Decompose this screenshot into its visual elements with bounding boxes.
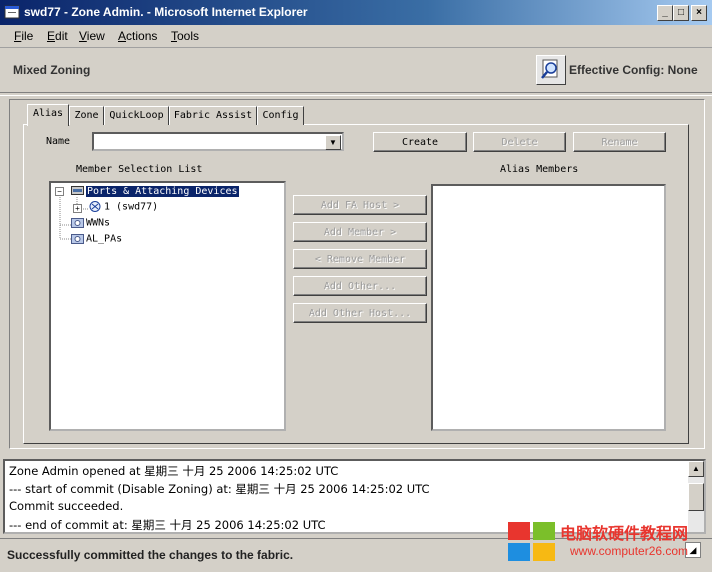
header-divider: [0, 92, 712, 96]
log-line: --- end of commit at: 星期三 十月 25 2006 14:…: [9, 518, 326, 532]
remove-member-button[interactable]: < Remove Member: [293, 249, 427, 269]
watermark-name: 电脑软硬件教程网: [560, 524, 689, 543]
effective-config-button[interactable]: [536, 55, 566, 85]
tree-node-label: 1 (swd77): [104, 201, 159, 213]
status-text: Successfully committed the changes to th…: [7, 548, 294, 562]
menu-file[interactable]: File: [14, 29, 33, 43]
folder-icon: [71, 233, 84, 244]
port-icon: [89, 201, 102, 212]
name-select[interactable]: ▼: [92, 132, 344, 151]
member-selection-label: Member Selection List: [76, 164, 203, 175]
tree-node-label: AL_PAs: [86, 233, 123, 245]
magnifier-icon: [541, 59, 558, 79]
tab-zone[interactable]: Zone: [69, 106, 104, 125]
collapse-icon[interactable]: −: [55, 187, 64, 196]
close-button[interactable]: ×: [691, 5, 707, 21]
tree-node-label: Ports & Attaching Devices: [85, 184, 240, 198]
log-line: Zone Admin opened at 星期三 十月 25 2006 14:2…: [9, 464, 339, 478]
watermark: 电脑软硬件教程网 www.computer26.com: [506, 516, 706, 564]
member-selection-tree[interactable]: − Ports & Attaching Devices + 1 (swd77) …: [49, 181, 286, 431]
alias-members-label: Alias Members: [500, 164, 579, 175]
maximize-button[interactable]: □: [673, 5, 689, 21]
expand-icon[interactable]: +: [73, 204, 82, 213]
minimize-button[interactable]: _: [657, 5, 673, 21]
menu-edit[interactable]: Edit: [47, 29, 68, 43]
switch-icon: [71, 185, 84, 196]
folder-icon: [71, 217, 84, 228]
tree-node-alpas[interactable]: AL_PAs: [71, 233, 122, 245]
rename-button[interactable]: Rename: [573, 132, 666, 152]
scroll-thumb[interactable]: [688, 483, 704, 511]
tree-node-port-1[interactable]: 1 (swd77): [89, 201, 158, 213]
delete-button[interactable]: Delete: [473, 132, 566, 152]
menu-bar: [0, 25, 712, 48]
tree-node-label: WWNs: [86, 217, 111, 229]
scroll-up-icon[interactable]: ▲: [688, 461, 704, 477]
chevron-down-icon[interactable]: ▼: [325, 135, 341, 150]
app-icon: [4, 4, 20, 20]
add-fa-host-button[interactable]: Add FA Host >: [293, 195, 427, 215]
log-line: Commit succeeded.: [9, 499, 124, 513]
tab-fabric-assist[interactable]: Fabric Assist: [169, 106, 257, 125]
alias-members-list[interactable]: [431, 184, 666, 431]
tree-node-ports[interactable]: Ports & Attaching Devices: [71, 184, 240, 198]
menu-tools[interactable]: Tools: [171, 29, 199, 43]
tree-node-wwns[interactable]: WWNs: [71, 217, 110, 229]
log-line: --- start of commit (Disable Zoning) at:…: [9, 482, 430, 496]
add-other-button[interactable]: Add Other...: [293, 276, 427, 296]
watermark-url: www.computer26.com: [570, 544, 689, 558]
add-other-host-button[interactable]: Add Other Host...: [293, 303, 427, 323]
window-title: swd77 - Zone Admin. - Microsoft Internet…: [24, 5, 308, 19]
name-label: Name: [46, 136, 71, 147]
tab-alias[interactable]: Alias: [27, 104, 69, 126]
menu-actions[interactable]: Actions: [118, 29, 157, 43]
zoning-mode-label: Mixed Zoning: [13, 63, 91, 77]
menu-view[interactable]: View: [79, 29, 105, 43]
effective-config-label: Effective Config: None: [569, 63, 698, 77]
tab-quickloop[interactable]: QuickLoop: [104, 106, 169, 125]
add-member-button[interactable]: Add Member >: [293, 222, 427, 242]
create-button[interactable]: Create: [373, 132, 467, 152]
tab-config[interactable]: Config: [257, 106, 304, 125]
